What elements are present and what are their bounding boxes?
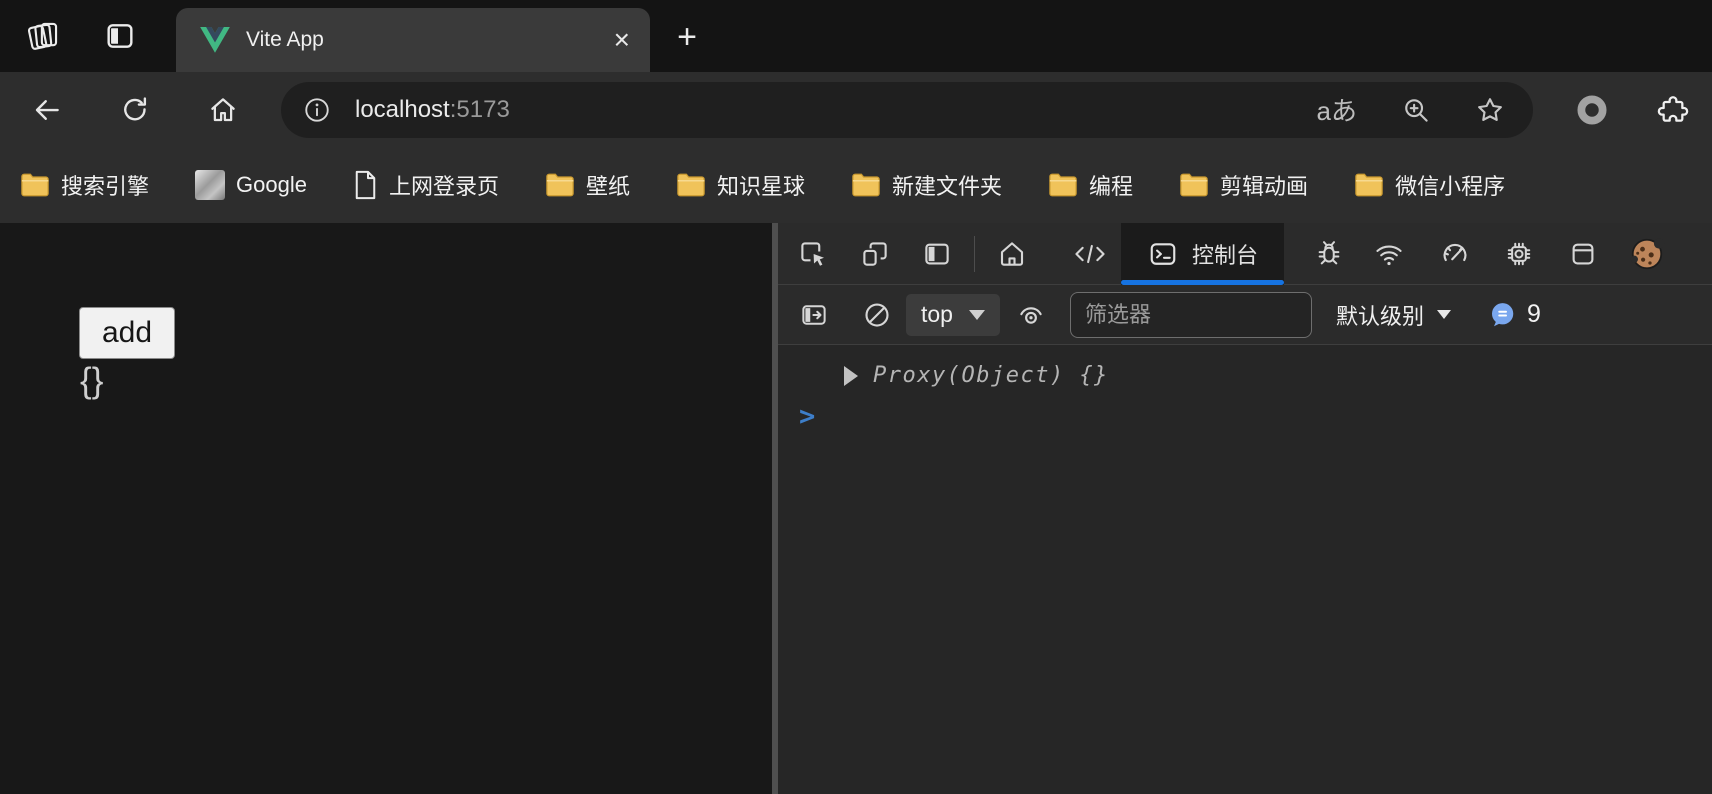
bookmark-item[interactable]: 微信小程序 <box>1354 169 1505 201</box>
tab-close-icon[interactable]: × <box>614 26 630 54</box>
browser-tab[interactable]: Vite App × <box>176 8 650 72</box>
bookmark-item[interactable]: 壁纸 <box>545 169 630 201</box>
elements-code-icon[interactable] <box>1067 231 1113 277</box>
console-output: Proxy(Object) {} > <box>778 345 1712 794</box>
tab-bar: Vite App × + <box>0 0 1712 72</box>
web-page-viewport: add {} <box>0 223 772 794</box>
caret-down-icon <box>1437 310 1451 319</box>
performance-gauge-icon[interactable] <box>1432 231 1478 277</box>
tab-title: Vite App <box>246 28 324 51</box>
add-button[interactable]: add <box>79 307 175 359</box>
bookmark-label: Google <box>236 172 307 197</box>
vertical-tabs-icon[interactable] <box>100 16 140 56</box>
folder-icon <box>21 173 49 197</box>
new-tab-button[interactable]: + <box>666 16 708 58</box>
home-icon[interactable] <box>203 90 243 130</box>
folder-icon <box>852 173 880 197</box>
bookmark-label: 编程 <box>1089 174 1134 199</box>
zoom-in-icon[interactable] <box>1401 95 1431 125</box>
bookmark-label: 微信小程序 <box>1395 174 1506 199</box>
reload-icon[interactable] <box>115 90 155 130</box>
bookmark-label: 新建文件夹 <box>892 174 1003 199</box>
vue-logo-icon <box>200 27 230 53</box>
url-bar[interactable]: localhost:5173 aあ <box>281 81 1533 138</box>
bookmark-label: 壁纸 <box>585 174 630 199</box>
console-toolbar: top 默认级别 <box>778 285 1712 345</box>
bookmark-item[interactable]: 知识星球 <box>676 169 805 201</box>
frame-context-selector[interactable]: top <box>906 293 1000 336</box>
log-level-label: 默认级别 <box>1335 303 1424 329</box>
cookie-icon[interactable] <box>1624 231 1670 277</box>
workspaces-icon[interactable] <box>24 16 64 56</box>
devtools-panel: 控制台 top 筛选器 默认级别 9 Proxy(Object) {} > <box>778 223 1712 794</box>
bookmark-label: 剪辑动画 <box>1220 174 1309 199</box>
console-log-entry[interactable]: Proxy(Object) {} <box>844 363 1109 388</box>
device-emulation-icon[interactable] <box>852 231 898 277</box>
toolbar-separator <box>974 235 975 272</box>
console-tab-label: 控制台 <box>1192 242 1259 268</box>
filter-input[interactable] <box>1069 291 1312 338</box>
debugger-bug-icon[interactable] <box>1306 231 1352 277</box>
bookmark-item[interactable]: 新建文件夹 <box>851 169 1002 201</box>
caret-down-icon <box>968 309 985 320</box>
url-port: :5173 <box>449 95 510 123</box>
network-wifi-icon[interactable] <box>1366 231 1412 277</box>
bookmark-item[interactable]: 搜索引擎 <box>20 169 149 201</box>
inspect-element-icon[interactable] <box>790 231 836 277</box>
memory-chip-icon[interactable] <box>1496 231 1542 277</box>
folder-icon <box>546 173 574 197</box>
log-level-dropdown[interactable]: 默认级别 <box>1336 299 1451 331</box>
page-icon <box>355 170 376 200</box>
log-entry-text: Proxy(Object) {} <box>873 363 1109 388</box>
site-info-icon[interactable] <box>303 96 331 124</box>
message-count: 9 <box>1527 300 1541 328</box>
folder-icon <box>1355 173 1383 197</box>
bookmark-item[interactable]: Google <box>195 170 307 200</box>
folder-icon <box>1180 173 1208 197</box>
favicon-image <box>195 170 226 200</box>
recorder-circle-icon[interactable] <box>1575 93 1609 127</box>
tab-console[interactable]: 控制台 <box>1121 223 1285 285</box>
welcome-home-icon[interactable] <box>989 231 1035 277</box>
navigation-toolbar: localhost:5173 aあ <box>0 72 1712 147</box>
frame-context-value: top <box>921 301 953 327</box>
extensions-puzzle-icon[interactable] <box>1657 94 1689 126</box>
devtools-tab-bar: 控制台 <box>778 223 1712 285</box>
object-output-text: {} <box>80 361 104 400</box>
bookmark-item[interactable]: 编程 <box>1048 169 1133 201</box>
dock-side-icon[interactable] <box>914 231 960 277</box>
bookmark-label: 知识星球 <box>717 174 806 199</box>
console-prompt-chevron[interactable]: > <box>799 401 815 432</box>
bookmark-item[interactable]: 剪辑动画 <box>1179 169 1308 201</box>
application-storage-icon[interactable] <box>1560 231 1606 277</box>
back-icon[interactable] <box>27 90 67 130</box>
url-host: localhost <box>355 95 450 123</box>
live-expression-eye-icon[interactable] <box>1008 292 1054 338</box>
bookmark-label: 上网登录页 <box>388 174 499 199</box>
bookmark-item[interactable]: 上网登录页 <box>353 169 499 201</box>
bookmark-star-icon[interactable] <box>1475 95 1505 125</box>
expand-triangle-icon[interactable] <box>844 365 858 386</box>
console-sidebar-icon[interactable] <box>791 292 837 338</box>
folder-icon <box>677 173 705 197</box>
messages-bubble-icon[interactable] <box>1487 300 1517 330</box>
bookmarks-bar: 搜索引擎 Google 上网登录页 壁纸 知识星球 新建文件夹 编程 剪辑动画 … <box>0 147 1712 223</box>
bookmark-label: 搜索引擎 <box>61 174 150 199</box>
console-icon <box>1150 242 1176 265</box>
translate-icon[interactable]: aあ <box>1317 91 1357 128</box>
folder-icon <box>1049 173 1077 197</box>
clear-console-icon[interactable] <box>854 292 900 338</box>
